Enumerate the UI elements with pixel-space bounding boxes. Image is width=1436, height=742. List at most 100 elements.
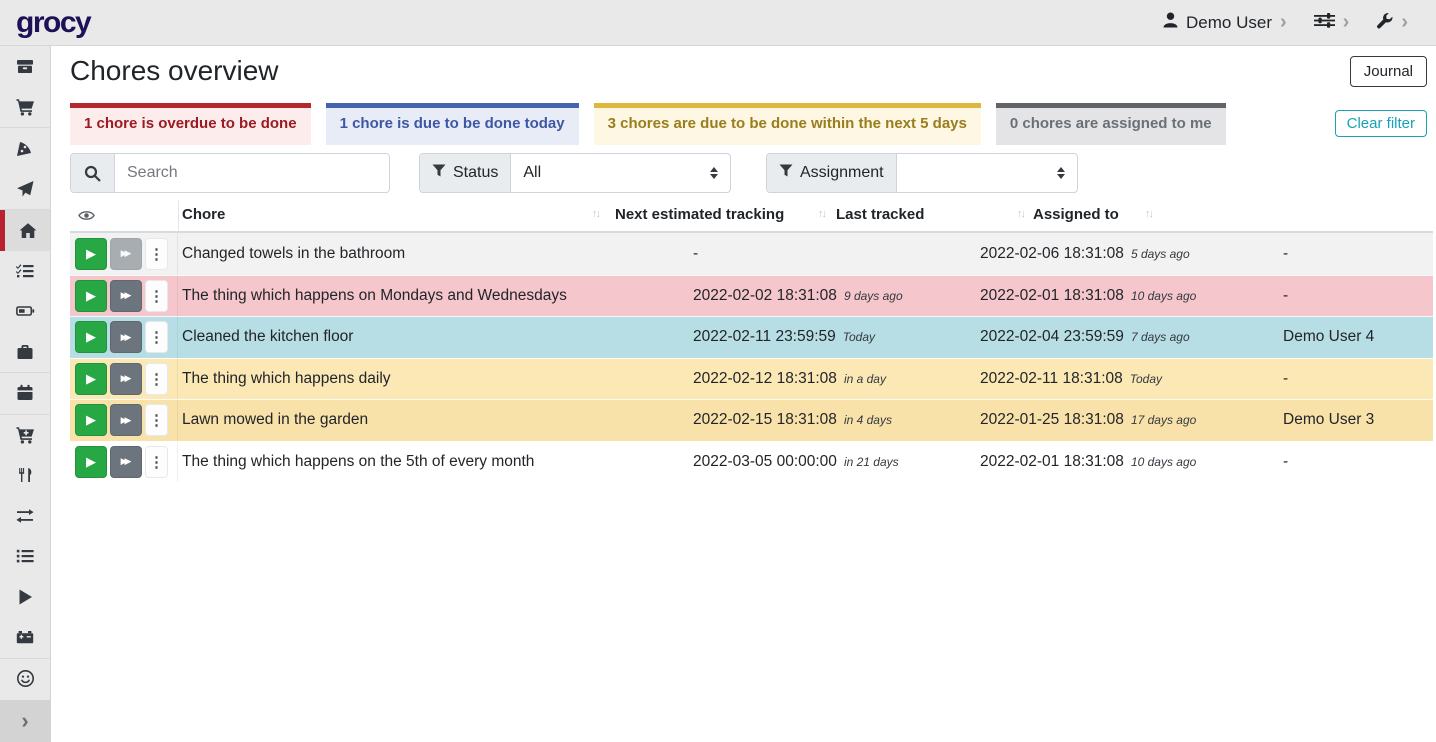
skip-chore-button[interactable]: ▶▶ [110,238,142,270]
next-tracking-human: in a day [844,372,886,386]
grocy-logo[interactable]: grocy [16,8,90,38]
eye-icon[interactable] [78,209,95,226]
utensils-icon [17,466,34,484]
table-header: Chore ↑↓ Next estimated tracking ↑↓ Last… [70,200,1433,233]
status-filter-select[interactable]: All [511,154,730,192]
cart-plus-icon [16,426,35,444]
filter-chip-assigned-to-me[interactable]: 0 chores are assigned to me [996,103,1226,145]
track-execution-button[interactable]: ▶ [75,280,107,312]
sidebar-item-battery-tracking[interactable] [0,617,50,658]
row-menu-button[interactable]: ⋮ [145,321,168,353]
search-input[interactable] [115,154,389,192]
last-tracked-human: 10 days ago [1131,455,1196,469]
select-arrows-icon [1057,167,1065,179]
chevron-right-icon: › [21,710,28,732]
next-tracking-date: 2022-02-12 18:31:08 [693,370,837,388]
sidebar-item-purchase[interactable] [0,415,50,456]
assignment-filter-label: Assignment [800,164,884,182]
sidebar-item-batteries[interactable] [0,291,50,332]
last-tracked-date: 2022-01-25 18:31:08 [980,411,1124,429]
next-tracking-human: in 4 days [844,413,892,427]
sidebar-collapse-toggle[interactable]: › [0,700,50,742]
filter-chip-due-today[interactable]: 1 chore is due to be done today [326,103,579,145]
track-execution-button[interactable]: ▶ [75,404,107,436]
sidebar-item-chores-overview[interactable] [0,210,50,251]
skip-chore-button[interactable]: ▶▶ [110,321,142,353]
sidebar-item-meal-plan[interactable] [0,169,50,210]
sidebar-item-transfer[interactable] [0,496,50,537]
user-menu[interactable]: Demo User › [1163,12,1287,33]
table-row: ▶ ▶▶ ⋮ Lawn mowed in the garden 2022-02-… [70,399,1433,441]
sidebar-item-tasks[interactable] [0,251,50,292]
row-menu-button[interactable]: ⋮ [145,363,168,395]
filter-chip-overdue[interactable]: 1 chore is overdue to be done [70,103,311,145]
row-menu-button[interactable]: ⋮ [145,238,168,270]
table-row: ▶ ▶▶ ⋮ The thing which happens on the 5t… [70,441,1433,483]
ellipsis-vertical-icon: ⋮ [149,245,164,263]
row-menu-button[interactable]: ⋮ [145,280,168,312]
main-content: Chores overview Journal 1 chore is overd… [51,46,1436,742]
sort-icon[interactable]: ↑↓ [818,208,825,220]
fast-forward-icon: ▶▶ [121,415,132,426]
last-tracked-human: Today [1130,372,1162,386]
column-header-chore[interactable]: Chore [182,206,225,223]
column-header-next-tracking[interactable]: Next estimated tracking [615,206,784,223]
row-menu-button[interactable]: ⋮ [145,404,168,436]
next-tracking-human: Today [843,330,875,344]
sidebar-item-recipes[interactable] [0,128,50,169]
sidebar-item-calendar[interactable] [0,373,50,414]
assignment-filter-select[interactable] [897,154,1077,192]
sort-icon[interactable]: ↑↓ [1145,208,1152,220]
clear-filter-button[interactable]: Clear filter [1335,110,1427,137]
column-header-assigned-to[interactable]: Assigned to [1033,206,1119,223]
track-execution-button[interactable]: ▶ [75,363,107,395]
chore-name: Lawn mowed in the garden [178,411,693,429]
sidebar-item-shopping-cart[interactable] [0,87,50,128]
filter-funnel-icon [779,164,793,182]
filter-chip-due-soon[interactable]: 3 chores are due to be done within the n… [594,103,981,145]
sort-icon[interactable]: ↑↓ [1017,208,1024,220]
last-tracked-human: 17 days ago [1131,413,1196,427]
column-header-last-tracked[interactable]: Last tracked [836,206,924,223]
table-row: ▶ ▶▶ ⋮ The thing which happens on Monday… [70,275,1433,317]
sliders-icon [1314,12,1335,34]
last-tracked-date: 2022-02-11 18:31:08 [980,370,1123,388]
sidebar-item-userfields[interactable] [0,659,50,700]
skip-chore-button[interactable]: ▶▶ [110,280,142,312]
filter-funnel-icon [432,164,446,182]
last-tracked-date: 2022-02-01 18:31:08 [980,287,1124,305]
battery-icon [16,302,35,320]
sidebar-item-equipment[interactable] [0,332,50,373]
last-tracked-human: 10 days ago [1131,289,1196,303]
journal-button[interactable]: Journal [1350,56,1427,87]
sort-icon[interactable]: ↑↓ [592,208,599,220]
column-divider [178,200,179,231]
track-execution-button[interactable]: ▶ [75,446,107,478]
last-tracked-date: 2022-02-01 18:31:08 [980,453,1124,471]
select-arrows-icon [710,167,718,179]
sidebar-item-consume[interactable] [0,455,50,496]
chore-name: Changed towels in the bathroom [178,245,693,263]
toolbox-icon [16,343,34,360]
skip-chore-button[interactable]: ▶▶ [110,404,142,436]
sidebar-item-chore-tracking[interactable] [0,577,50,618]
admin-menu[interactable]: › [1376,12,1408,34]
next-tracking-date: 2022-02-02 18:31:08 [693,287,837,305]
chevron-right-icon: › [1401,12,1408,32]
shopping-cart-icon [16,98,35,116]
next-tracking-human: in 21 days [844,455,899,469]
settings-menu[interactable]: › [1314,12,1350,34]
row-menu-button[interactable]: ⋮ [145,446,168,478]
ellipsis-vertical-icon: ⋮ [149,370,164,388]
status-filter-value: All [523,164,541,182]
ellipsis-vertical-icon: ⋮ [149,453,164,471]
play-icon: ▶ [86,329,96,345]
sidebar-item-stock-overview[interactable] [0,46,50,87]
paper-plane-icon [16,180,34,198]
track-execution-button[interactable]: ▶ [75,321,107,353]
exchange-icon [16,507,34,525]
track-execution-button[interactable]: ▶ [75,238,107,270]
skip-chore-button[interactable]: ▶▶ [110,446,142,478]
skip-chore-button[interactable]: ▶▶ [110,363,142,395]
sidebar-item-inventory[interactable] [0,536,50,577]
